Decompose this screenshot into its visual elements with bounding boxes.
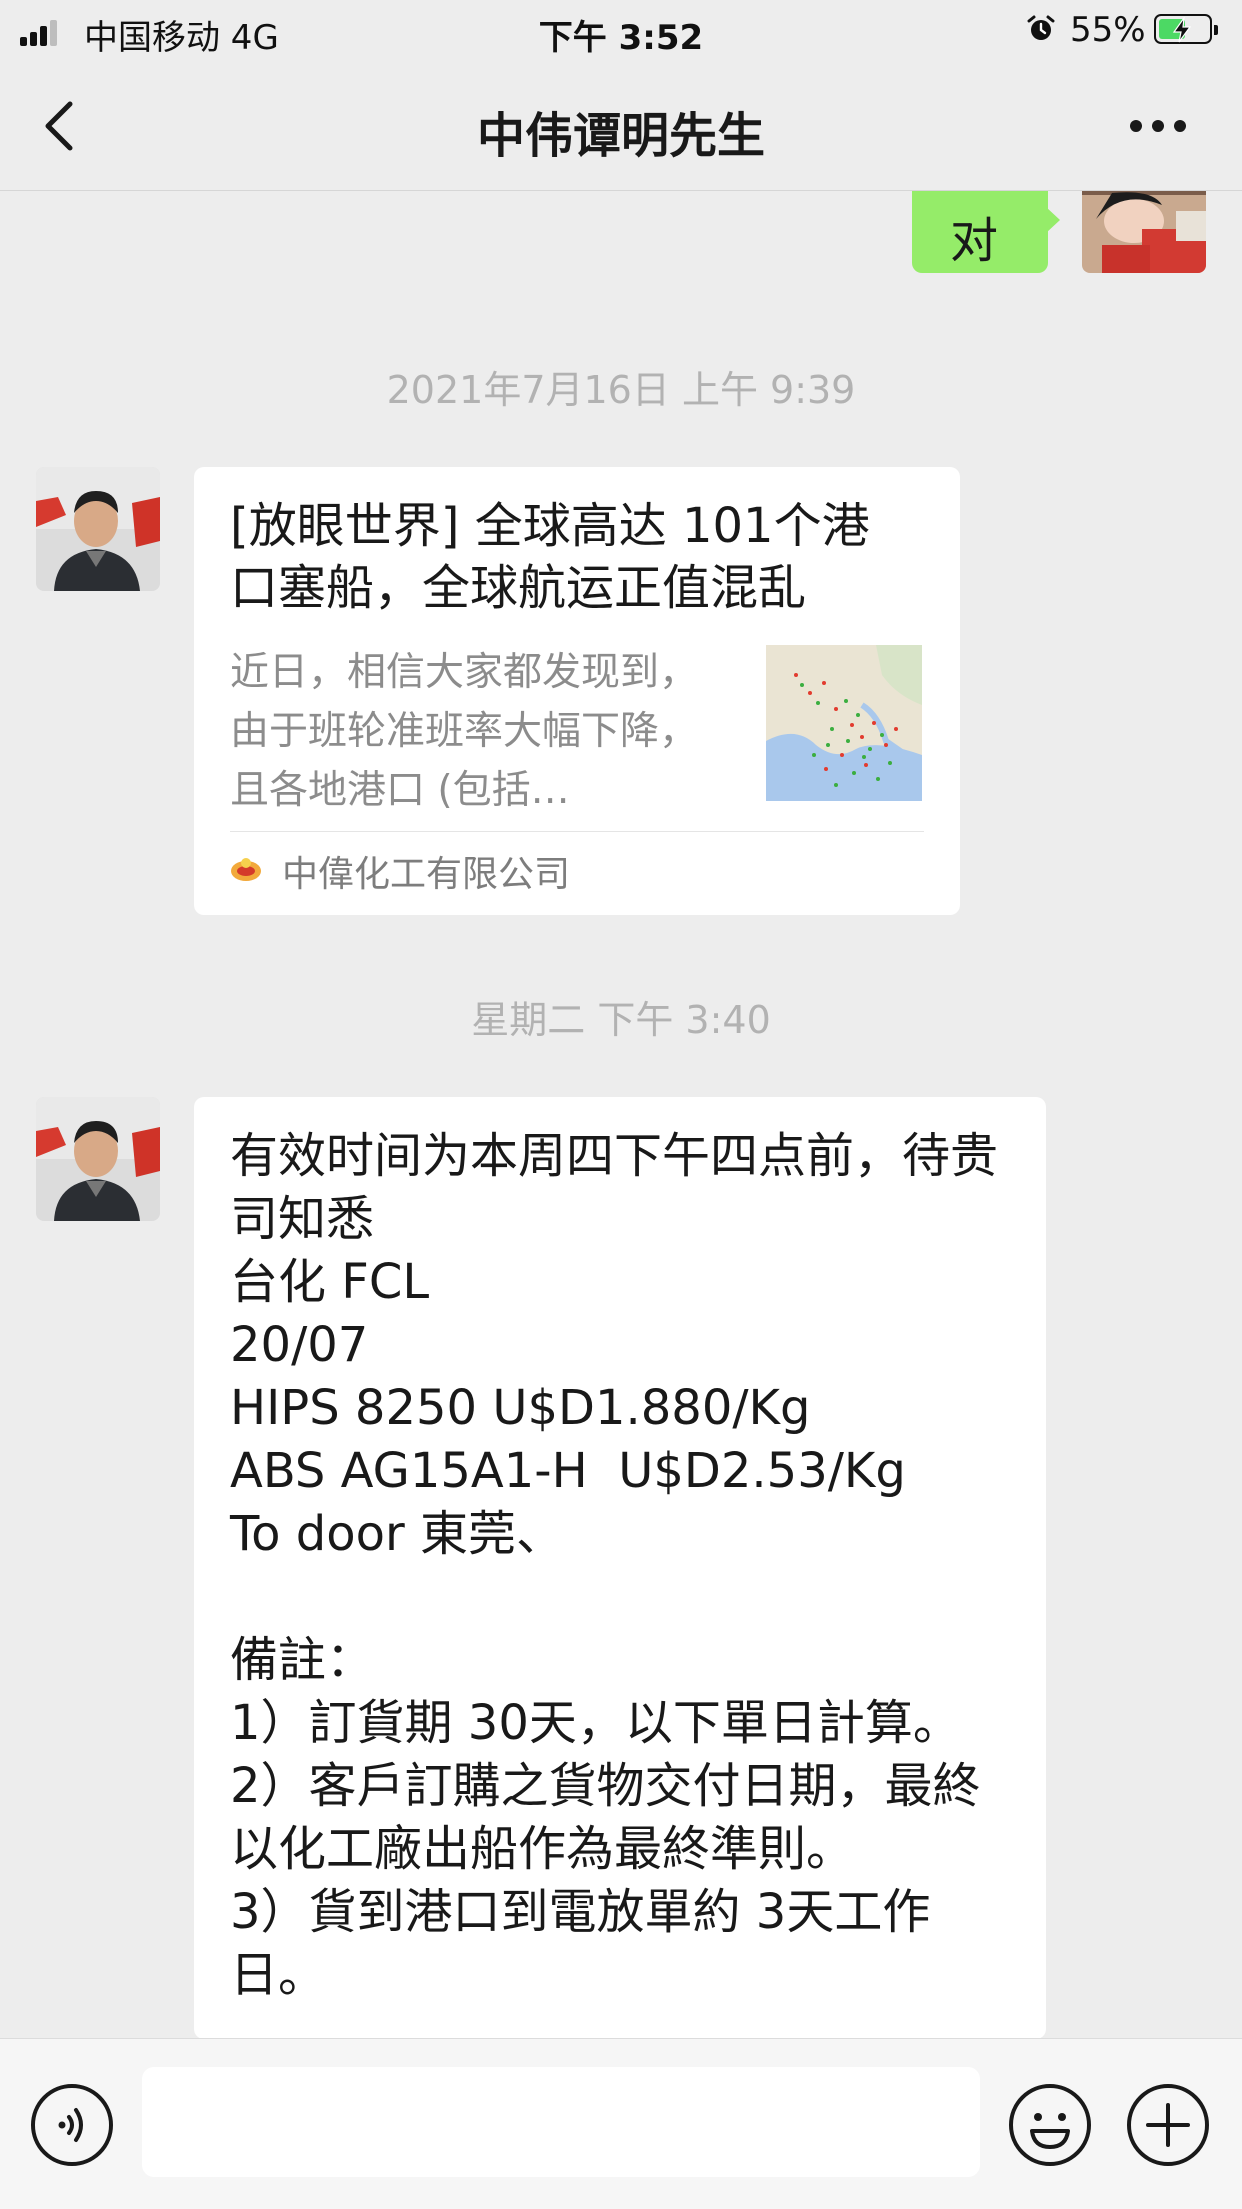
nav-bar: 中伟谭明先生 xyxy=(0,62,1242,191)
text-message-content: 有效时间为本周四下午四点前，待贵司知悉 台化 FCL 20/07 HIPS 82… xyxy=(230,1128,999,2003)
alarm-icon xyxy=(1027,15,1055,40)
chat-messages[interactable]: 对 2021年7月16日 上午 9:39 [放眼世界] 全球高达 101个港口塞… xyxy=(0,191,1242,2038)
voice-input-icon[interactable] xyxy=(30,2083,114,2167)
bubble-tail xyxy=(1046,207,1060,233)
article-thumbnail xyxy=(766,645,922,801)
article-source: 中偉化工有限公司 xyxy=(282,854,571,895)
input-bar xyxy=(0,2038,1242,2209)
publisher-logo-icon xyxy=(231,858,261,881)
message-input[interactable] xyxy=(142,2067,980,2177)
timestamp: 星期二 下午 3:40 xyxy=(471,998,771,1042)
contact-avatar[interactable] xyxy=(36,1097,160,1221)
battery-percentage: 55% xyxy=(1070,10,1146,50)
sent-message-text: 对 xyxy=(950,213,999,269)
sent-message-bubble[interactable]: 对 xyxy=(912,191,1048,273)
contact-avatar[interactable] xyxy=(36,467,160,591)
timestamp: 2021年7月16日 上午 9:39 xyxy=(386,368,856,412)
emoji-icon[interactable] xyxy=(1008,2083,1092,2167)
article-card[interactable]: [放眼世界] 全球高达 101个港口塞船，全球航运正值混乱 近日，相信大家都发现… xyxy=(194,467,960,915)
article-title: [放眼世界] 全球高达 101个港口塞船，全球航运正值混乱 xyxy=(230,498,870,616)
more-options-icon[interactable] xyxy=(1128,116,1188,136)
status-bar: 中国移动 4G 下午 3:52 55% xyxy=(0,0,1242,62)
chat-title: 中伟谭明先生 xyxy=(476,108,765,164)
article-description: 近日，相信大家都发现到，由于班轮准班率大幅下降，且各地港口 (包括… xyxy=(230,650,699,813)
battery-icon xyxy=(1154,14,1218,44)
my-avatar[interactable] xyxy=(1082,191,1206,273)
article-divider xyxy=(230,831,924,832)
plus-icon[interactable] xyxy=(1126,2083,1210,2167)
text-message-bubble[interactable]: 有效时间为本周四下午四点前，待贵司知悉 台化 FCL 20/07 HIPS 82… xyxy=(194,1097,1046,2038)
